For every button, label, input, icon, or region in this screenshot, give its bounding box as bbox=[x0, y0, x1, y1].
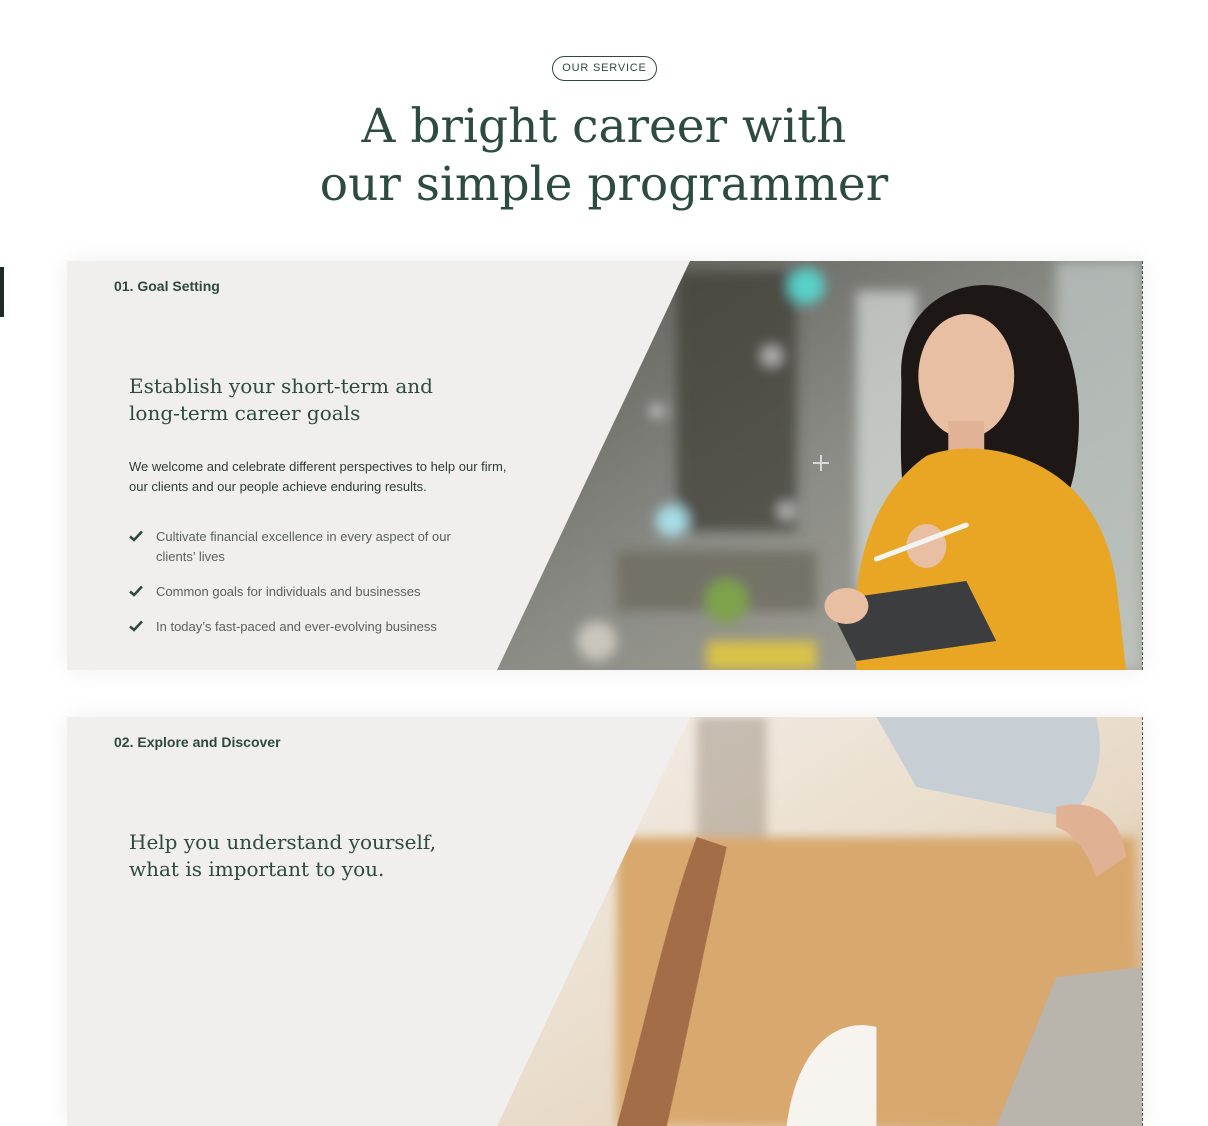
checkmark-icon bbox=[129, 620, 143, 632]
section-title-line-1: A bright career with bbox=[361, 99, 847, 154]
section-badge: OUR SERVICE bbox=[552, 56, 657, 81]
service-card-explore-discover: 02. Explore and Discover Help you unders… bbox=[67, 717, 1143, 1126]
card-description: We welcome and celebrate different persp… bbox=[129, 459, 507, 494]
checkmark-icon bbox=[129, 585, 143, 597]
list-item: In today’s fast-paced and ever-evolving … bbox=[129, 617, 489, 637]
list-item: Common goals for individuals and busines… bbox=[129, 582, 489, 602]
card-heading: Help you understand yourself, what is im… bbox=[129, 830, 436, 881]
list-item-text: Common goals for individuals and busines… bbox=[156, 584, 421, 599]
plus-icon bbox=[813, 455, 829, 471]
list-item-text: Cultivate financial excellence in every … bbox=[156, 529, 451, 564]
section-title-line-2: our simple programmer bbox=[319, 157, 889, 212]
list-item-text: In today’s fast-paced and ever-evolving … bbox=[156, 619, 437, 634]
feature-list: Cultivate financial excellence in every … bbox=[129, 527, 489, 652]
checkmark-icon bbox=[129, 530, 143, 542]
list-item: Cultivate financial excellence in every … bbox=[129, 527, 489, 567]
card-heading: Establish your short-term and long-term … bbox=[129, 374, 433, 425]
card-number-title: 02. Explore and Discover bbox=[114, 734, 281, 750]
card-number-title: 01. Goal Setting bbox=[114, 278, 220, 294]
section-title: A bright career with our simple programm… bbox=[0, 98, 1208, 214]
side-scroll-indicator bbox=[0, 267, 4, 317]
service-card-goal-setting: 01. Goal Setting Establish your short-te… bbox=[67, 261, 1143, 670]
people-working-at-laptop-photo bbox=[497, 717, 1143, 1126]
